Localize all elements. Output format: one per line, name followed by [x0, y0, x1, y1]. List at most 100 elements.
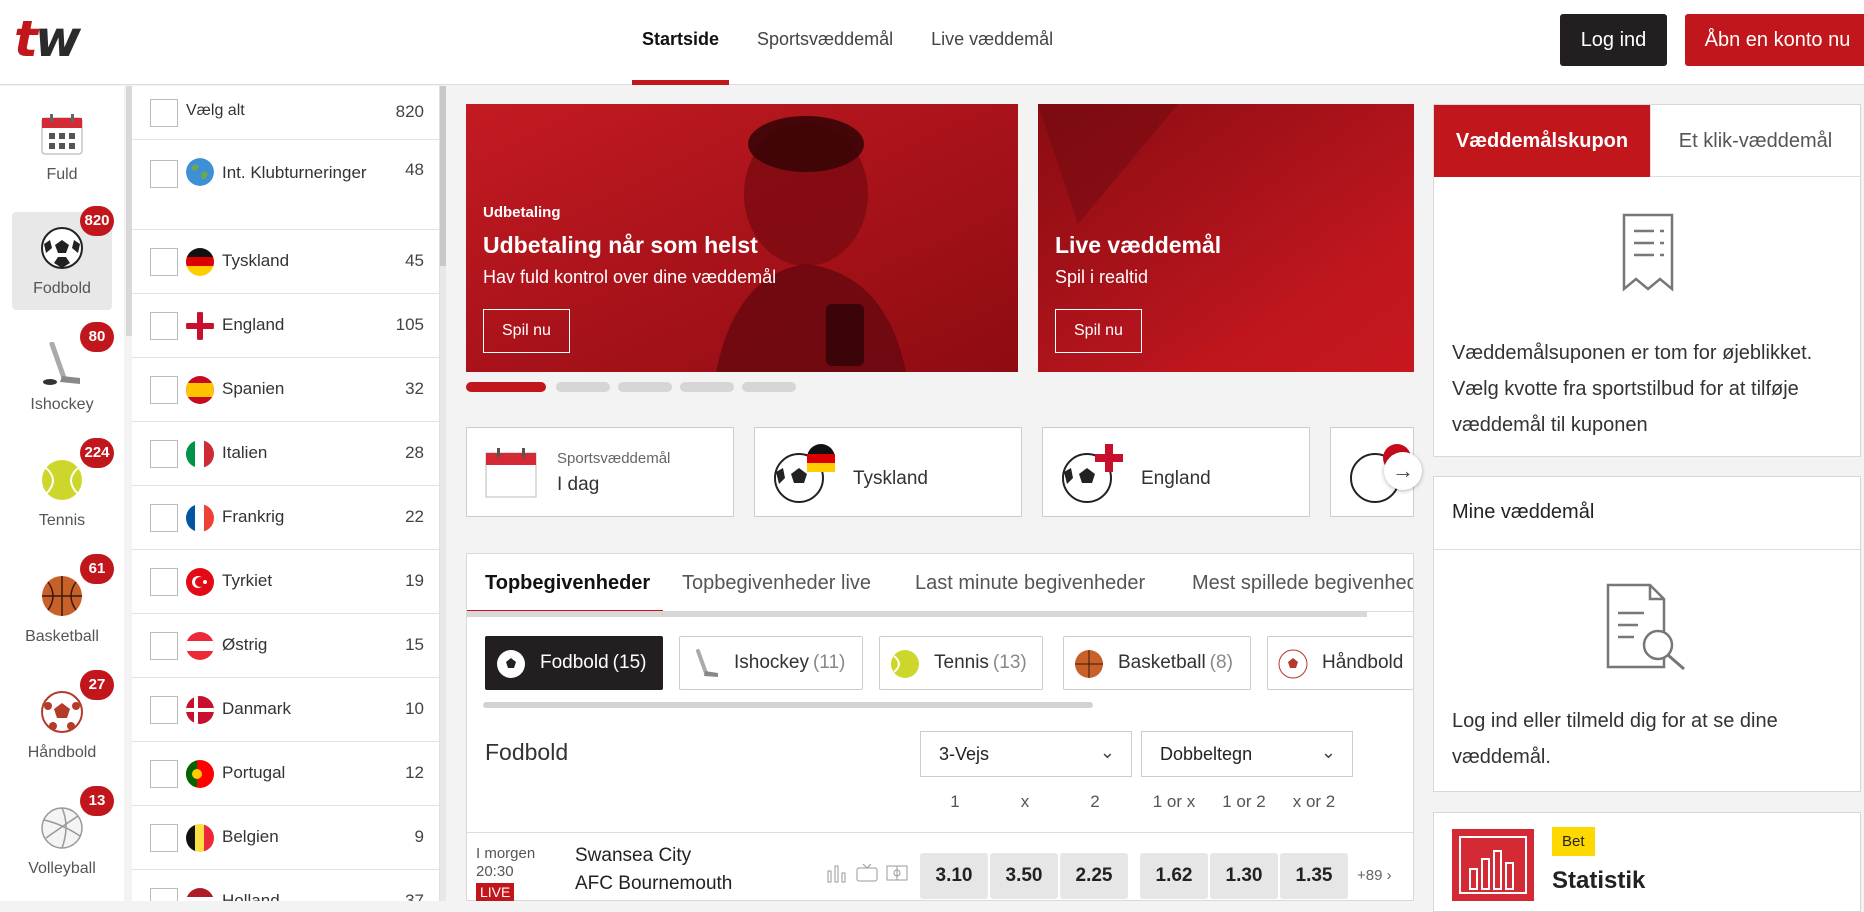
country-checkbox[interactable]: [150, 440, 178, 468]
my-bets-text: Log ind eller tilmeld dig for at se dine…: [1452, 710, 1778, 768]
country-checkbox[interactable]: [150, 888, 178, 901]
double-chance-select[interactable]: Dobbeltegn ⌄: [1141, 731, 1353, 777]
country-checkbox[interactable]: [150, 504, 178, 532]
pill-label: Tennis (13): [934, 652, 1027, 673]
carousel-dot[interactable]: [556, 382, 610, 392]
basketball-icon: [1075, 650, 1103, 678]
odd-1-or-2[interactable]: 1.30: [1210, 853, 1278, 899]
country-row-oestrig[interactable]: Østrig 15: [132, 614, 439, 678]
nav-sportsvaeddemaal[interactable]: Sportsvæddemål: [747, 0, 903, 85]
sport-fuld[interactable]: Fuld: [12, 98, 112, 196]
country-row-frankrig[interactable]: Frankrig 22: [132, 486, 439, 550]
sport-rail: Fuld Fodbold 820 Ishockey 80 Tennis 224: [0, 86, 124, 901]
carousel-dot[interactable]: [680, 382, 734, 392]
carousel-dot[interactable]: [742, 382, 796, 392]
arrow-right-icon[interactable]: →: [1384, 452, 1422, 490]
banner-live[interactable]: Live væddemål Spil i realtid Spil nu: [1038, 104, 1414, 372]
country-row-portugal[interactable]: Portugal 12: [132, 742, 439, 806]
pitch-icon[interactable]: [885, 863, 909, 883]
odd-1-or-x[interactable]: 1.62: [1140, 853, 1208, 899]
volleyball-icon: [41, 807, 83, 849]
tabs-scrollbar[interactable]: [467, 611, 1367, 617]
login-button[interactable]: Log ind: [1560, 14, 1667, 66]
sport-fodbold[interactable]: Fodbold 820: [12, 206, 114, 310]
country-row-italien[interactable]: Italien 28: [132, 422, 439, 486]
country-count: 10: [405, 699, 424, 718]
pill-basketball[interactable]: Basketball (8): [1063, 636, 1251, 690]
country-count: 15: [405, 635, 424, 654]
carousel-dot-active[interactable]: [466, 382, 546, 392]
market-select[interactable]: 3-Vejs ⌄: [920, 731, 1132, 777]
country-row-spanien[interactable]: Spanien 32: [132, 358, 439, 422]
sport-tennis[interactable]: Tennis 224: [12, 438, 114, 542]
country-row-danmark[interactable]: Danmark 10: [132, 678, 439, 742]
odd-x[interactable]: 3.50: [990, 853, 1058, 899]
country-checkbox[interactable]: [150, 312, 178, 340]
country-row-england[interactable]: England 105: [132, 294, 439, 358]
country-checkbox[interactable]: [150, 376, 178, 404]
country-name: Tyskland: [222, 251, 290, 270]
banner-title: Live væddemål: [1055, 232, 1222, 258]
odd-2[interactable]: 2.25: [1060, 853, 1128, 899]
country-checkbox[interactable]: [150, 696, 178, 724]
away-team[interactable]: AFC Bournemouth: [575, 873, 732, 895]
betslip-empty-text: Væddemålsuponen er tom for øjeblikket. V…: [1452, 342, 1813, 436]
tab-topbegivenheder-live[interactable]: Topbegivenheder live: [682, 572, 871, 595]
country-row-holland[interactable]: Holland 37: [132, 870, 439, 901]
document-search-icon: [1606, 583, 1685, 671]
country-row-belgien[interactable]: Belgien 9: [132, 806, 439, 870]
country-list-scrollbar[interactable]: [440, 86, 446, 901]
open-account-button[interactable]: Åbn en konto nu: [1685, 14, 1864, 66]
country-checkbox[interactable]: [150, 760, 178, 788]
tab-mest-spillede[interactable]: Mest spillede begivenheder: [1192, 572, 1413, 595]
stats-icon[interactable]: [825, 863, 849, 883]
tab-betslip[interactable]: Væddemålskupon: [1434, 105, 1650, 177]
country-checkbox[interactable]: [150, 632, 178, 660]
hockey-stick-icon: [696, 649, 718, 677]
odd-x-or-2[interactable]: 1.35: [1280, 853, 1348, 899]
select-all-checkbox[interactable]: [150, 99, 178, 127]
quicklink-england[interactable]: England: [1042, 427, 1310, 517]
country-checkbox[interactable]: [150, 248, 178, 276]
pill-ishockey[interactable]: Ishockey (11): [679, 636, 863, 690]
pill-tennis[interactable]: Tennis (13): [879, 636, 1043, 690]
statistics-card[interactable]: Bet Statistik: [1433, 812, 1861, 912]
country-row-select-all[interactable]: Vælg alt 820: [132, 86, 439, 140]
country-count: 48: [405, 160, 424, 179]
brand-logo[interactable]: tw: [14, 14, 81, 64]
tab-topbegivenheder[interactable]: Topbegivenheder: [485, 572, 650, 595]
quicklink-tyskland[interactable]: Tyskland: [754, 427, 1022, 517]
belgium-flag-icon: [186, 824, 214, 852]
tab-last-minute[interactable]: Last minute begivenheder: [915, 572, 1145, 595]
nav-live-vaeddemaal[interactable]: Live væddemål: [921, 0, 1063, 85]
country-name: Portugal: [222, 763, 286, 782]
banner-play-button[interactable]: Spil nu: [1055, 309, 1142, 353]
scrollbar-thumb[interactable]: [440, 86, 446, 266]
tab-one-click[interactable]: Et klik-væddemål: [1650, 105, 1860, 177]
sport-haandbold[interactable]: Håndbold 27: [12, 670, 114, 774]
sport-basketball[interactable]: Basketball 61: [12, 554, 114, 658]
sport-label: Volleyball: [28, 860, 96, 877]
country-checkbox[interactable]: [150, 824, 178, 852]
pill-fodbold[interactable]: Fodbold (15): [485, 636, 663, 690]
pill-haandbold[interactable]: Håndbold: [1267, 636, 1413, 690]
carousel-dot[interactable]: [618, 382, 672, 392]
banner-payout[interactable]: Udbetaling Udbetaling når som helst Hav …: [466, 104, 1018, 372]
more-markets-link[interactable]: +89 ›: [1357, 867, 1392, 884]
country-checkbox[interactable]: [150, 160, 178, 188]
odd-1[interactable]: 3.10: [920, 853, 988, 899]
sport-volleyball[interactable]: Volleyball 13: [12, 786, 114, 890]
italy-flag-icon: [186, 440, 214, 468]
match-row[interactable]: I morgen 20:30 LIVE Swansea City AFC Bour…: [467, 832, 1413, 902]
tv-icon[interactable]: [855, 863, 879, 883]
nav-startside[interactable]: Startside: [632, 0, 730, 85]
country-row-tyskland[interactable]: Tyskland 45: [132, 230, 439, 294]
pills-scrollbar[interactable]: [483, 702, 1093, 708]
country-row-tyrkiet[interactable]: Tyrkiet 19: [132, 550, 439, 614]
home-team[interactable]: Swansea City: [575, 845, 691, 867]
quicklink-today[interactable]: Sportsvæddemål I dag: [466, 427, 734, 517]
country-checkbox[interactable]: [150, 568, 178, 596]
country-row-int[interactable]: Int. Klubturneringer 48: [132, 140, 439, 230]
banner-play-button[interactable]: Spil nu: [483, 309, 570, 353]
sport-ishockey[interactable]: Ishockey 80: [12, 322, 114, 426]
